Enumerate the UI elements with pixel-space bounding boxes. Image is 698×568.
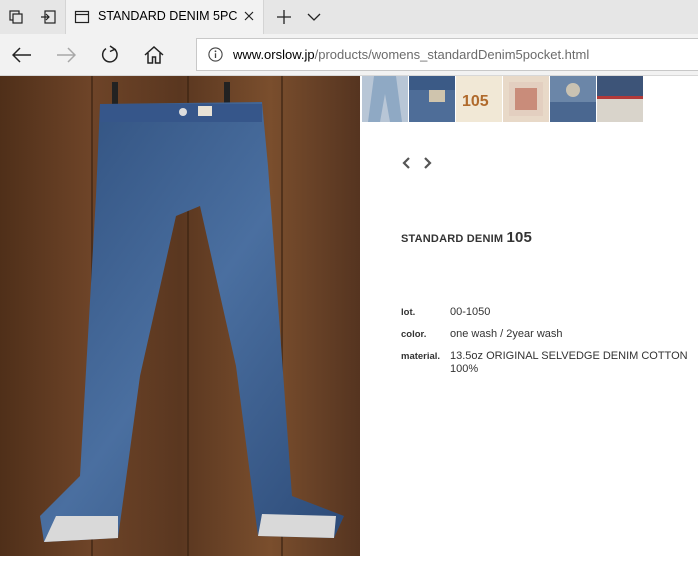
chevron-right-icon[interactable] (422, 156, 434, 170)
thumbnail-selvedge[interactable] (597, 76, 643, 122)
site-info-icon[interactable] (208, 47, 223, 62)
refresh-icon[interactable] (92, 39, 128, 71)
spec-label: lot. (401, 307, 416, 318)
product-title-number: 105 (506, 229, 533, 246)
url-path: /products/womens_standardDenim5pocket.ht… (314, 47, 590, 62)
product-main-image (0, 76, 360, 556)
thumbnail-rivet[interactable] (550, 76, 596, 122)
set-aside-tabs-icon[interactable] (32, 0, 64, 34)
thumbnail-waistband[interactable] (409, 76, 455, 122)
tab-strip: STANDARD DENIM 5PC (0, 0, 698, 34)
tab-title: STANDARD DENIM 5PC (98, 9, 238, 23)
product-title: STANDARD DENIM 105 (401, 229, 532, 246)
chevron-down-icon[interactable] (300, 0, 328, 34)
home-icon[interactable] (136, 39, 172, 71)
new-tab-icon[interactable] (270, 0, 298, 34)
url-domain: www.orslow.jp (233, 47, 315, 62)
spec-row-color: color. one wash / 2year wash (401, 328, 698, 344)
thumbnail-jeans-front[interactable] (362, 76, 408, 122)
forward-icon[interactable] (48, 39, 84, 71)
chevron-left-icon[interactable] (400, 156, 412, 170)
spec-label: color. (401, 329, 427, 340)
close-icon[interactable] (241, 8, 257, 24)
address-bar[interactable]: www.orslow.jp/products/womens_standardDe… (196, 38, 698, 71)
thumbnail-label-text: 105 (462, 93, 489, 110)
spec-row-material: material. 13.5oz ORIGINAL SELVEDGE DENIM… (401, 350, 698, 380)
thumbnail-strip: 105 (362, 76, 643, 122)
active-tab[interactable]: STANDARD DENIM 5PC (65, 0, 264, 34)
spec-row-lot: lot. 00-1050 (401, 306, 698, 322)
spec-value: 13.5oz ORIGINAL SELVEDGE DENIM COTTON 10… (450, 350, 688, 375)
navigation-bar: www.orslow.jp/products/womens_standardDe… (0, 34, 698, 76)
thumbnail-label[interactable]: 105 (456, 76, 502, 122)
url-text: www.orslow.jp/products/womens_standardDe… (233, 47, 589, 62)
image-pager (400, 156, 434, 170)
spec-label: material. (401, 351, 441, 362)
thumbnail-tag[interactable] (503, 76, 549, 122)
page-content: 105 STANDARD DENIM 105 lot. 00-1050 colo… (0, 76, 698, 568)
back-icon[interactable] (4, 39, 40, 71)
spec-value: one wash / 2year wash (450, 328, 563, 340)
product-title-prefix: STANDARD DENIM (401, 233, 504, 245)
page-icon (74, 9, 90, 25)
tab-manager-icon[interactable] (0, 0, 32, 34)
spec-value: 00-1050 (450, 306, 491, 318)
